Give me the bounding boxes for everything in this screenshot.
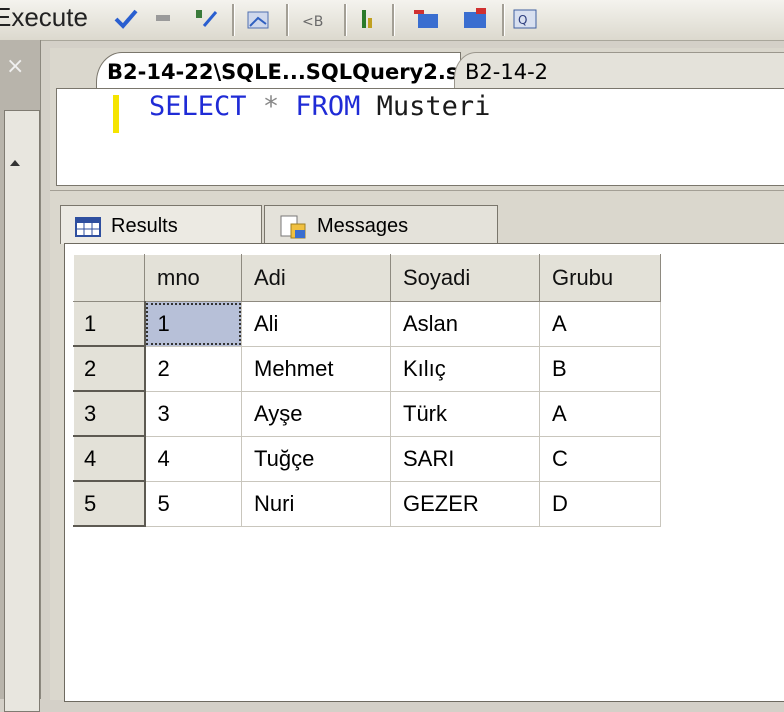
table-row[interactable]: 1 1 Ali Aslan A — [73, 301, 661, 347]
cell-soyadi[interactable]: GEZER — [390, 480, 540, 527]
grid-icon — [75, 216, 101, 237]
cell-adi[interactable]: Mehmet — [241, 345, 391, 392]
close-icon[interactable]: × — [6, 54, 24, 79]
tab-other-query[interactable]: B2-14-2 — [454, 52, 784, 89]
results-pane: Results Messages mno Adi Soyadi Grubu 1 — [50, 190, 784, 702]
cancel-query-icon[interactable] — [150, 6, 178, 32]
cell-mno[interactable]: 1 — [144, 301, 242, 347]
tab-results[interactable]: Results — [60, 205, 262, 244]
column-header-soyadi[interactable]: Soyadi — [390, 254, 540, 302]
query-editor-area: B2-14-22\SQLE...SQLQuery2.sql* B2-14-2 S… — [50, 48, 784, 190]
object-explorer-dock: × — [0, 40, 41, 712]
results-to-grid-icon[interactable] — [462, 6, 490, 32]
scroll-up-icon[interactable] — [10, 160, 20, 166]
cell-soyadi[interactable]: Kılıç — [390, 345, 540, 392]
row-header[interactable]: 3 — [73, 390, 146, 437]
cell-grubu[interactable]: B — [539, 345, 661, 392]
results-grid-container: mno Adi Soyadi Grubu 1 1 Ali Aslan A 2 2 — [64, 243, 784, 702]
star-operator: * — [262, 91, 280, 122]
tab-query2[interactable]: B2-14-22\SQLE...SQLQuery2.sql* — [96, 52, 492, 89]
select-all-corner[interactable] — [73, 254, 145, 302]
cell-grubu[interactable]: C — [539, 435, 661, 482]
table-name: Musteri — [376, 91, 491, 122]
cell-soyadi[interactable]: Aslan — [390, 301, 540, 347]
table-row[interactable]: 5 5 Nuri GEZER D — [73, 480, 661, 527]
cell-adi[interactable]: Nuri — [241, 480, 391, 527]
table-row[interactable]: 2 2 Mehmet Kılıç B — [73, 345, 661, 392]
specify-values-icon[interactable]: <B — [300, 6, 328, 32]
toolbar: Execute <B Q — [0, 0, 784, 41]
execute-button[interactable]: Execute — [0, 2, 88, 33]
table-row[interactable]: 4 4 Tuğçe SARI C — [73, 435, 661, 482]
keyword-from: FROM — [295, 91, 361, 122]
results-to-file-icon[interactable]: Q — [512, 6, 540, 32]
cell-grubu[interactable]: A — [539, 301, 661, 347]
cell-mno[interactable]: 3 — [144, 390, 242, 437]
cell-adi[interactable]: Ali — [241, 301, 391, 347]
cell-adi[interactable]: Ayşe — [241, 390, 391, 437]
display-plan-icon[interactable] — [192, 6, 220, 32]
sql-editor[interactable]: SELECT * FROM Musteri — [56, 88, 784, 186]
cell-soyadi[interactable]: SARI — [390, 435, 540, 482]
column-header-adi[interactable]: Adi — [241, 254, 391, 302]
table-row[interactable]: 3 3 Ayşe Türk A — [73, 390, 661, 437]
query-designer-icon[interactable] — [246, 6, 274, 32]
object-explorer-panel — [4, 110, 40, 712]
column-header-grubu[interactable]: Grubu — [539, 254, 661, 302]
tab-messages-label: Messages — [317, 215, 409, 237]
tab-other-query-label: B2-14-2 — [465, 60, 549, 84]
cell-grubu[interactable]: D — [539, 480, 661, 527]
svg-text:Q: Q — [518, 13, 527, 27]
results-to-text-icon[interactable] — [414, 6, 442, 32]
row-header[interactable]: 5 — [73, 480, 146, 527]
cell-mno[interactable]: 2 — [144, 345, 242, 392]
sql-line-1[interactable]: SELECT * FROM Musteri — [149, 91, 490, 122]
row-header[interactable]: 4 — [73, 435, 146, 482]
tab-results-label: Results — [111, 215, 178, 237]
results-grid: mno Adi Soyadi Grubu 1 1 Ali Aslan A 2 2 — [73, 254, 661, 527]
cell-mno[interactable]: 4 — [144, 435, 242, 482]
messages-icon — [280, 215, 306, 239]
keyword-select: SELECT — [149, 91, 247, 122]
parse-check-icon[interactable] — [112, 6, 140, 32]
include-stats-icon[interactable] — [356, 6, 384, 32]
row-header[interactable]: 2 — [73, 345, 146, 392]
svg-text:<B: <B — [302, 14, 323, 30]
tab-query2-label: B2-14-22\SQLE...SQLQuery2.sql* — [107, 60, 492, 84]
cell-soyadi[interactable]: Türk — [390, 390, 540, 437]
cell-adi[interactable]: Tuğçe — [241, 435, 391, 482]
tab-messages[interactable]: Messages — [264, 205, 498, 244]
cell-grubu[interactable]: A — [539, 390, 661, 437]
cell-mno[interactable]: 5 — [144, 480, 242, 527]
column-header-mno[interactable]: mno — [144, 254, 242, 302]
changed-line-marker — [113, 95, 119, 133]
row-header[interactable]: 1 — [73, 301, 146, 347]
